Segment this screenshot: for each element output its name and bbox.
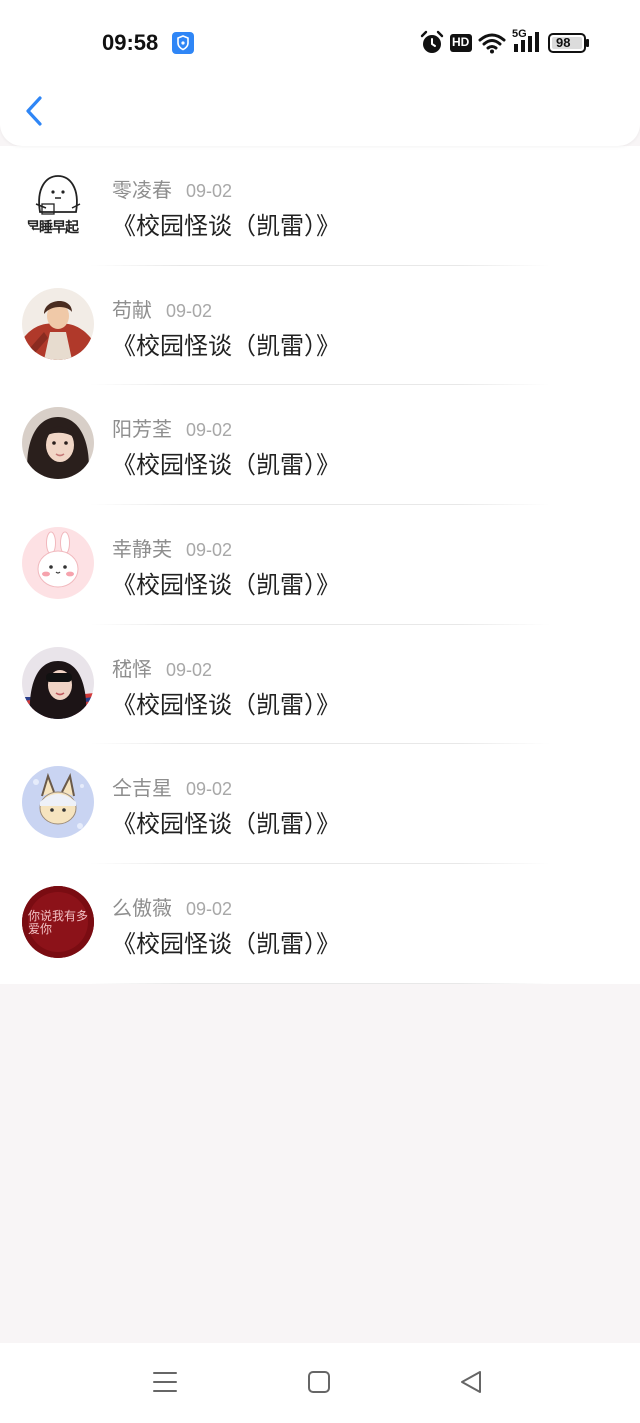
item-date: 09-02 bbox=[186, 540, 233, 561]
item-author[interactable]: 苟献 bbox=[112, 294, 152, 323]
item-date: 09-02 bbox=[186, 181, 233, 201]
item-title[interactable]: 《校园怪谈（凯雷）》 bbox=[112, 206, 340, 241]
battery-level: 98 bbox=[556, 35, 571, 50]
item-title[interactable]: 《校园怪谈（凯雷）》 bbox=[112, 565, 340, 600]
list-item[interactable]: 苟献 09-02 《校园怪谈（凯雷）》 bbox=[0, 266, 640, 386]
avatar[interactable]: 你说我有多爱你 bbox=[22, 886, 94, 959]
list-item[interactable]: 早睡早起 零凌春 09-02 《校园怪谈（凯雷）》 bbox=[0, 146, 640, 266]
item-title[interactable]: 《校园怪谈（凯雷）》 bbox=[112, 685, 340, 720]
avatar[interactable] bbox=[22, 766, 94, 839]
status-icons: HD 5G 98 bbox=[418, 28, 593, 58]
item-author[interactable]: 仝吉星 bbox=[112, 772, 172, 801]
home-square-icon[interactable] bbox=[306, 1369, 332, 1400]
item-meta: 嵇怿 09-02 bbox=[112, 653, 212, 681]
item-meta: 零凌春 09-02 bbox=[112, 174, 232, 202]
item-author[interactable]: 零凌春 bbox=[112, 174, 172, 203]
menu-icon[interactable] bbox=[152, 1369, 178, 1400]
avatar[interactable] bbox=[22, 287, 94, 360]
list-item[interactable]: 幸静芙 09-02 《校园怪谈（凯雷）》 bbox=[0, 505, 640, 625]
item-meta: 阳芳荃 09-02 bbox=[112, 413, 232, 441]
list-item[interactable]: 阳芳荃 09-02 《校园怪谈（凯雷）》 bbox=[0, 385, 640, 506]
item-date: 09-02 bbox=[186, 899, 233, 920]
item-author[interactable]: 幸静芙 bbox=[112, 533, 172, 562]
list-item[interactable]: 嵇怿 09-02 《校园怪谈（凯雷）》 bbox=[0, 625, 640, 745]
comment-list: 早睡早起 零凌春 09-02 《校园怪谈（凯雷）》 苟献 09-02 《校园怪谈… bbox=[0, 146, 640, 984]
shield-app-icon bbox=[172, 32, 194, 54]
item-date: 09-02 bbox=[166, 300, 213, 321]
hd-icon: HD bbox=[450, 34, 472, 57]
item-meta: 苟献 09-02 bbox=[112, 294, 212, 322]
item-title[interactable]: 《校园怪谈（凯雷）》 bbox=[112, 924, 340, 959]
item-date: 09-02 bbox=[166, 659, 213, 680]
list-item[interactable]: 你说我有多爱你 么傲薇 09-02 《校园怪谈（凯雷）》 bbox=[0, 864, 640, 984]
battery-icon: 98 bbox=[548, 32, 590, 59]
chevron-left-icon bbox=[26, 96, 42, 126]
wifi-icon bbox=[478, 32, 506, 59]
item-author[interactable]: 阳芳荃 bbox=[112, 413, 172, 442]
alarm-icon bbox=[420, 30, 444, 61]
list-item[interactable]: 仝吉星 09-02 《校园怪谈（凯雷）》 bbox=[0, 744, 640, 865]
avatar[interactable] bbox=[22, 646, 94, 719]
avatar-caption: 早睡早起 bbox=[26, 219, 79, 235]
status-time: 09:58 bbox=[102, 30, 159, 55]
item-title[interactable]: 《校园怪谈（凯雷）》 bbox=[112, 804, 340, 839]
screen: 09:58 HD 5G 98 早睡早起 零凌春 09-02 《校园怪谈（凯雷）》… bbox=[0, 0, 640, 1423]
divider bbox=[90, 982, 550, 984]
avatar[interactable] bbox=[22, 407, 94, 480]
item-meta: 仝吉星 09-02 bbox=[112, 772, 232, 800]
hd-label: HD bbox=[452, 35, 470, 49]
item-title[interactable]: 《校园怪谈（凯雷）》 bbox=[112, 326, 340, 361]
item-author[interactable]: 么傲薇 bbox=[112, 892, 172, 921]
avatar[interactable]: 早睡早起 bbox=[22, 168, 94, 240]
item-meta: 幸静芙 09-02 bbox=[112, 533, 232, 561]
back-button[interactable] bbox=[18, 90, 52, 132]
item-date: 09-02 bbox=[186, 420, 233, 441]
item-title[interactable]: 《校园怪谈（凯雷）》 bbox=[112, 445, 340, 480]
status-bar: 09:58 HD 5G 98 bbox=[0, 0, 640, 86]
avatar-caption: 你说我有多爱你 bbox=[28, 909, 89, 937]
item-author[interactable]: 嵇怿 bbox=[112, 653, 152, 682]
avatar[interactable] bbox=[22, 527, 94, 600]
item-meta: 么傲薇 09-02 bbox=[112, 892, 232, 920]
system-nav-bar bbox=[0, 1343, 640, 1423]
header: 09:58 HD 5G 98 bbox=[0, 0, 640, 146]
item-date: 09-02 bbox=[186, 779, 233, 800]
back-triangle-icon[interactable] bbox=[458, 1369, 484, 1400]
